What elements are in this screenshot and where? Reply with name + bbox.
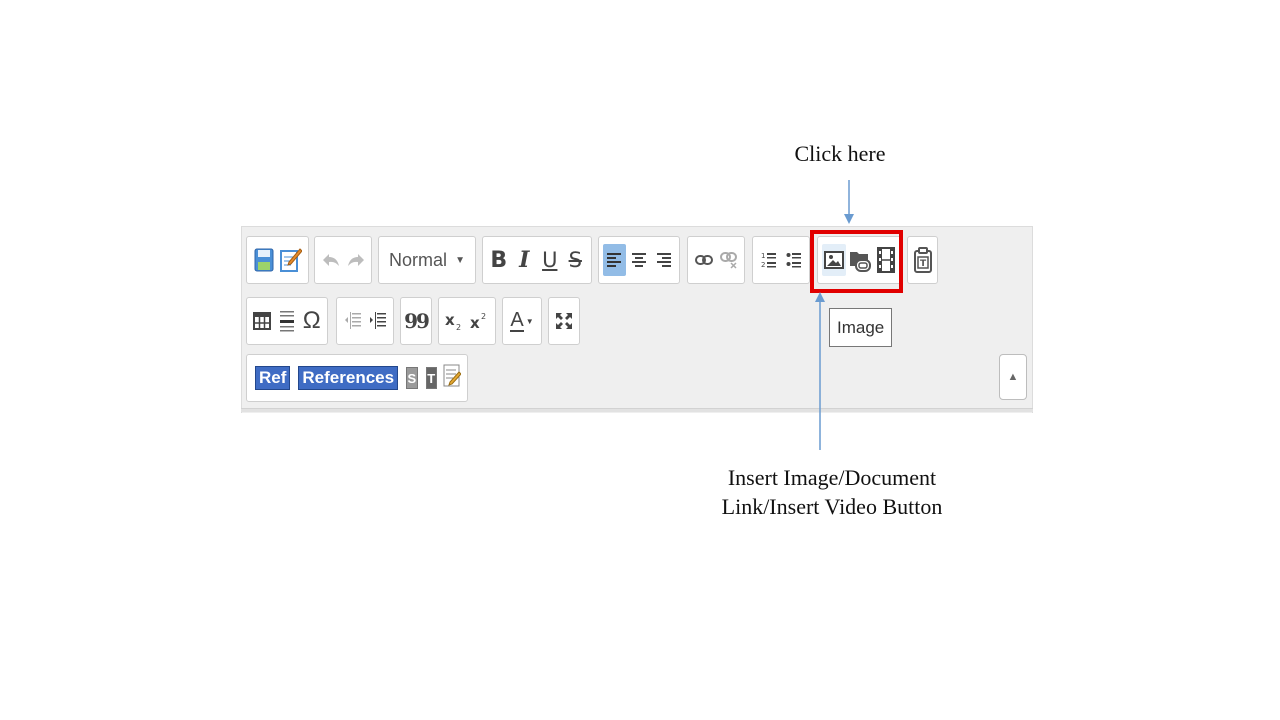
toolbar-group-align (598, 236, 680, 284)
annotation-description: Insert Image/Document Link/Insert Video … (682, 463, 982, 521)
italic-button[interactable]: I (513, 244, 537, 276)
table-icon (253, 312, 272, 330)
ref-button[interactable]: Ref (255, 366, 291, 390)
horizontal-line-icon (280, 311, 294, 332)
redo-button[interactable] (344, 244, 367, 276)
numbered-list-button[interactable]: 12 (757, 244, 780, 276)
svg-text:2: 2 (481, 312, 486, 321)
format-select-value: Normal (389, 249, 448, 270)
svg-text:x: x (445, 311, 455, 329)
save-icon (254, 248, 274, 272)
chevron-down-icon: ▼ (455, 254, 465, 266)
bulleted-list-button[interactable] (782, 244, 805, 276)
indent-button[interactable] (366, 305, 389, 337)
image-tooltip: Image (829, 308, 893, 347)
toolbar-group-document (246, 236, 309, 284)
superscript-button[interactable]: x2 (468, 305, 491, 337)
link-icon (694, 255, 713, 265)
align-left-icon (607, 253, 622, 267)
svg-text:T: T (920, 259, 927, 269)
align-right-icon (656, 253, 671, 267)
toolbar-group-indent (336, 297, 394, 345)
s-tag-button[interactable]: S (406, 367, 418, 389)
maximize-button[interactable] (551, 305, 577, 337)
tooltip-text: Image (837, 317, 885, 337)
superscript-icon: x2 (470, 312, 486, 331)
collapse-toolbar-button[interactable]: ▲ (999, 354, 1027, 400)
svg-text:x: x (470, 314, 480, 331)
outdent-button[interactable] (341, 305, 364, 337)
outdent-icon (344, 312, 361, 329)
annotation-line-1: Insert Image/Document (727, 465, 937, 490)
chevron-up-icon: ▲ (1007, 371, 1019, 383)
toolbar-group-references: Ref References S T (246, 354, 468, 402)
insert-table-button[interactable] (251, 305, 274, 337)
format-select[interactable]: Normal ▼ (379, 236, 473, 284)
redo-icon (347, 254, 364, 266)
toolbar-group-colors: A ▼ (502, 297, 542, 345)
maximize-icon (556, 313, 572, 329)
references-button[interactable]: References (298, 366, 399, 390)
annotation-line-2: Link/Insert Video Button (721, 494, 943, 519)
undo-icon (322, 254, 339, 266)
toolbar-group-insert: Ω (246, 297, 328, 345)
note-edit-icon (443, 364, 462, 386)
svg-text:2: 2 (456, 323, 461, 331)
svg-text:1: 1 (761, 252, 765, 260)
toolbar-group-history (314, 236, 372, 284)
edit-source-button[interactable] (279, 244, 305, 276)
edit-icon (280, 248, 303, 272)
strikethrough-button[interactable]: S (564, 244, 588, 276)
toolbar-group-links (687, 236, 745, 284)
unlink-button[interactable] (717, 244, 740, 276)
underline-button[interactable]: U (538, 244, 562, 276)
paste-text-button[interactable]: T (910, 244, 935, 276)
paste-text-icon: T (913, 247, 932, 273)
text-color-button[interactable]: A ▼ (506, 305, 538, 337)
align-center-button[interactable] (628, 244, 651, 276)
align-center-icon (632, 253, 646, 267)
numbered-list-icon: 12 (761, 252, 776, 269)
toolbar-group-tools (548, 297, 580, 345)
toolbar-bottom-border (241, 408, 1033, 412)
blockquote-button[interactable]: 99 (403, 305, 430, 337)
subscript-button[interactable]: x2 (443, 305, 466, 337)
editor-toolbar: Normal ▼ B I U S 1 2 T Ω 99 x 2 x 2 A ▼ … (241, 226, 1033, 413)
note-edit-button[interactable] (443, 364, 462, 393)
arrow-down-head (844, 214, 854, 224)
indent-icon (369, 312, 386, 329)
unlink-icon (719, 252, 737, 269)
align-left-button[interactable] (603, 244, 626, 276)
t-tag-button[interactable]: T (425, 367, 437, 389)
horizontal-line-button[interactable] (276, 305, 299, 337)
toolbar-group-quote: 99 (400, 297, 432, 345)
annotation-click-here: Click here (794, 141, 886, 166)
subscript-icon: x2 (445, 311, 461, 331)
text-color-label: A (510, 309, 524, 332)
toolbar-group-format: Normal ▼ (378, 236, 476, 284)
bulleted-list-icon (786, 253, 801, 268)
save-button[interactable] (251, 244, 277, 276)
align-right-button[interactable] (652, 244, 675, 276)
special-character-button[interactable]: Ω (300, 305, 323, 337)
toolbar-group-paste: T (907, 236, 938, 284)
highlight-box (810, 230, 903, 293)
undo-button[interactable] (319, 244, 342, 276)
chevron-down-icon: ▼ (525, 316, 534, 326)
toolbar-group-lists: 12 (752, 236, 810, 284)
svg-text:2: 2 (761, 261, 765, 269)
toolbar-group-script: x2 x2 (438, 297, 496, 345)
bold-button[interactable]: B (487, 244, 511, 276)
toolbar-group-basic-styles: B I U S (482, 236, 592, 284)
link-button[interactable] (692, 244, 715, 276)
